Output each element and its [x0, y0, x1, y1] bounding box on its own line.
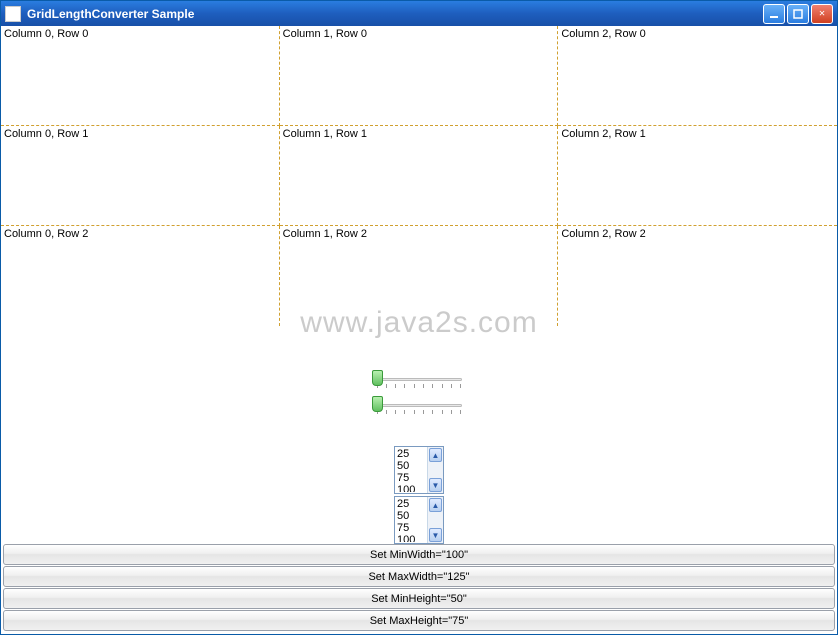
grid-cell: Column 1, Row 1: [280, 126, 559, 226]
scroll-up-button[interactable]: ▲: [429, 448, 442, 462]
scrollbar[interactable]: ▲ ▼: [427, 447, 443, 493]
list-item[interactable]: 75: [397, 472, 425, 484]
window-title: GridLengthConverter Sample: [27, 7, 763, 21]
chevron-up-icon: ▲: [432, 501, 440, 510]
slider-thumb[interactable]: [372, 396, 383, 412]
width-listbox[interactable]: 25 50 75 100 ▲ ▼: [394, 446, 444, 494]
chevron-down-icon: ▼: [432, 481, 440, 490]
list-item[interactable]: 75: [397, 522, 425, 534]
list-item[interactable]: 50: [397, 510, 425, 522]
demo-grid: Column 0, Row 0 Column 1, Row 0 Column 2…: [1, 26, 837, 326]
client-area: Column 0, Row 0 Column 1, Row 0 Column 2…: [1, 26, 837, 634]
set-maxwidth-button[interactable]: Set MaxWidth="125": [3, 566, 835, 587]
grid-cell: Column 0, Row 2: [1, 226, 280, 326]
maximize-icon: [793, 9, 803, 19]
width-slider[interactable]: [372, 368, 467, 390]
grid-cell: Column 0, Row 0: [1, 26, 280, 126]
slider-track: [377, 404, 462, 407]
chevron-up-icon: ▲: [432, 451, 440, 460]
listbox-items: 25 50 75 100: [395, 447, 427, 493]
scroll-track[interactable]: [429, 513, 442, 527]
grid-cell: Column 1, Row 2: [280, 226, 559, 326]
chevron-down-icon: ▼: [432, 531, 440, 540]
app-window: GridLengthConverter Sample ✕ Column 0, R…: [0, 0, 838, 635]
scroll-down-button[interactable]: ▼: [429, 478, 442, 492]
grid-cell: Column 2, Row 0: [558, 26, 837, 126]
set-minwidth-button[interactable]: Set MinWidth="100": [3, 544, 835, 565]
maximize-button[interactable]: [787, 4, 809, 24]
slider-thumb[interactable]: [372, 370, 383, 386]
list-item[interactable]: 25: [397, 448, 425, 460]
titlebar[interactable]: GridLengthConverter Sample ✕: [1, 1, 837, 26]
minimize-button[interactable]: [763, 4, 785, 24]
grid-cell: Column 2, Row 1: [558, 126, 837, 226]
height-listbox[interactable]: 25 50 75 100 ▲ ▼: [394, 496, 444, 544]
grid-cell: Column 1, Row 0: [280, 26, 559, 126]
button-panel: Set MinWidth="100" Set MaxWidth="125" Se…: [1, 544, 837, 634]
set-maxheight-button[interactable]: Set MaxHeight="75": [3, 610, 835, 631]
height-slider[interactable]: [372, 394, 467, 416]
app-icon: [5, 6, 21, 22]
slider-ticks: [377, 384, 462, 388]
minimize-icon: [769, 9, 779, 19]
grid-cell: Column 0, Row 1: [1, 126, 280, 226]
controls-area: www.java2s.com 25 50 75 100: [1, 326, 837, 544]
scroll-up-button[interactable]: ▲: [429, 498, 442, 512]
listbox-items: 25 50 75 100: [395, 497, 427, 543]
list-item[interactable]: 100: [397, 484, 425, 492]
slider-track: [377, 378, 462, 381]
grid-cell: Column 2, Row 2: [558, 226, 837, 326]
slider-ticks: [377, 410, 462, 414]
listbox-group: 25 50 75 100 ▲ ▼ 25 50 75: [394, 446, 444, 544]
window-buttons: ✕: [763, 4, 833, 24]
close-button[interactable]: ✕: [811, 4, 833, 24]
list-item[interactable]: 100: [397, 534, 425, 542]
list-item[interactable]: 25: [397, 498, 425, 510]
scrollbar[interactable]: ▲ ▼: [427, 497, 443, 543]
scroll-down-button[interactable]: ▼: [429, 528, 442, 542]
list-item[interactable]: 50: [397, 460, 425, 472]
set-minheight-button[interactable]: Set MinHeight="50": [3, 588, 835, 609]
close-icon: ✕: [819, 8, 825, 19]
scroll-track[interactable]: [429, 463, 442, 477]
